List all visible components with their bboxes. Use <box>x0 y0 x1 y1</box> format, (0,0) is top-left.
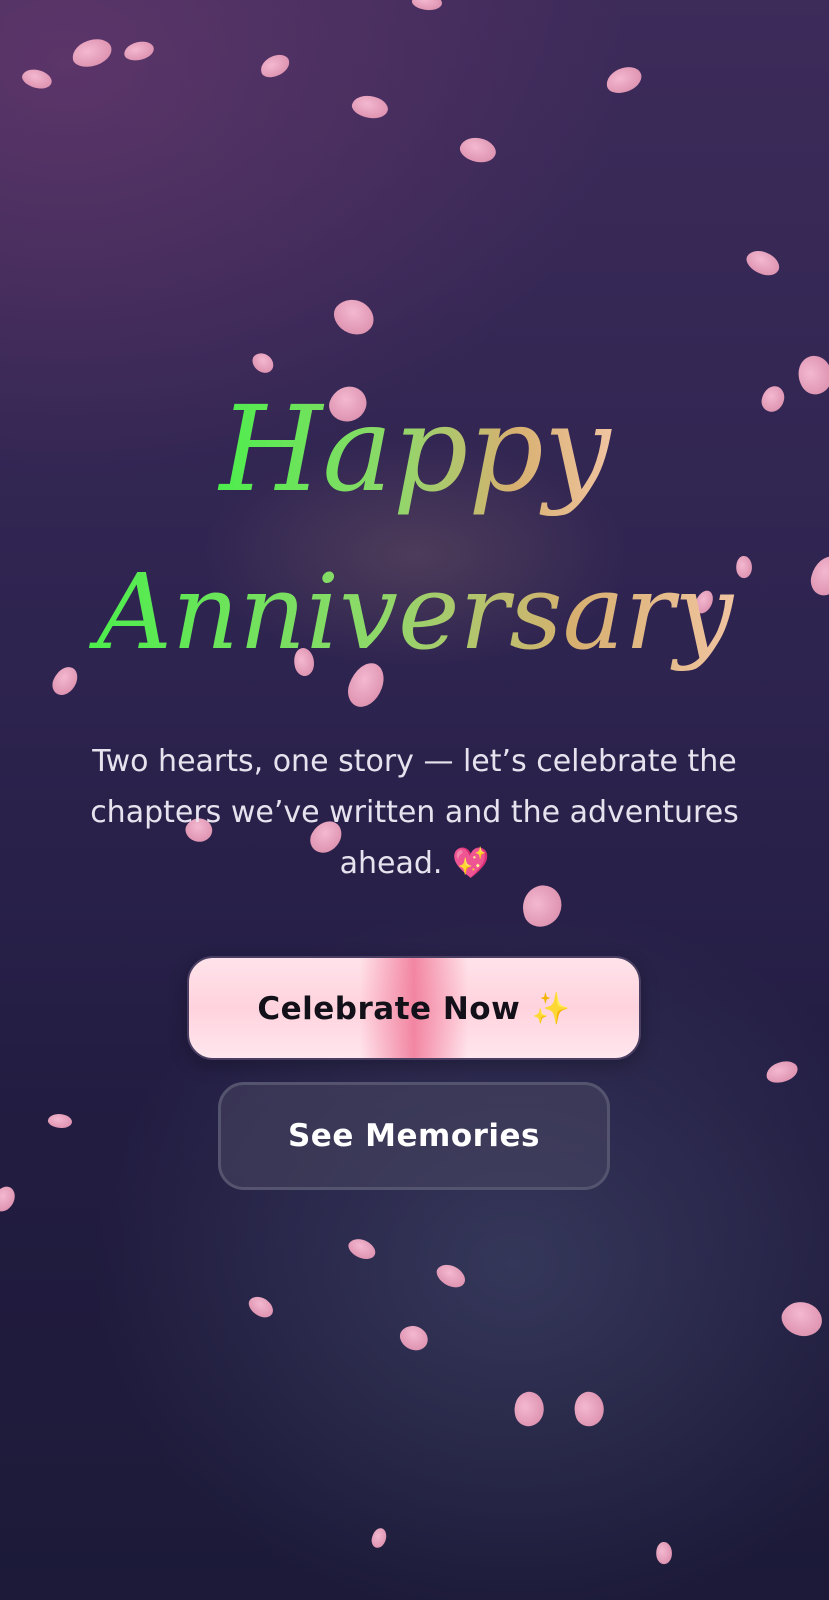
petal-icon <box>345 1234 379 1264</box>
petal-icon <box>122 39 156 63</box>
petal-icon <box>510 1388 548 1430</box>
petal-icon <box>19 65 55 93</box>
hero-subtitle: Two hearts, one story — let’s celebrate … <box>90 744 739 881</box>
petal-icon <box>327 291 381 343</box>
petal-icon <box>654 1540 674 1566</box>
petal-icon <box>370 1526 388 1550</box>
anniversary-screen: Happy Anniversary Two hearts, one story … <box>0 0 829 1600</box>
see-memories-label: See Memories <box>287 1118 541 1154</box>
see-memories-button[interactable]: See Memories <box>218 1082 610 1190</box>
petal-icon <box>457 133 499 167</box>
hero-title: Happy Anniversary <box>0 370 829 710</box>
petal-icon <box>0 1183 18 1215</box>
petal-icon <box>603 63 645 97</box>
title-happy: Happy <box>218 380 612 518</box>
petal-icon <box>410 0 444 13</box>
petal-icon <box>764 1058 800 1086</box>
petal-icon <box>742 244 784 282</box>
title-anniversary: Anniversary <box>89 551 734 673</box>
petal-icon <box>46 1112 74 1130</box>
petal-icon <box>69 36 115 70</box>
petal-icon <box>257 51 293 81</box>
petal-icon <box>432 1259 470 1293</box>
celebrate-now-label: Celebrate Now ✨ <box>257 990 571 1027</box>
petal-icon <box>395 1319 433 1357</box>
petal-icon <box>349 91 391 123</box>
petal-icon <box>245 1291 277 1323</box>
petal-icon <box>569 1387 609 1431</box>
petal-icon <box>776 1294 828 1344</box>
celebrate-now-button[interactable]: Celebrate Now ✨ <box>187 956 641 1060</box>
title-svg: Happy Anniversary <box>89 380 734 673</box>
